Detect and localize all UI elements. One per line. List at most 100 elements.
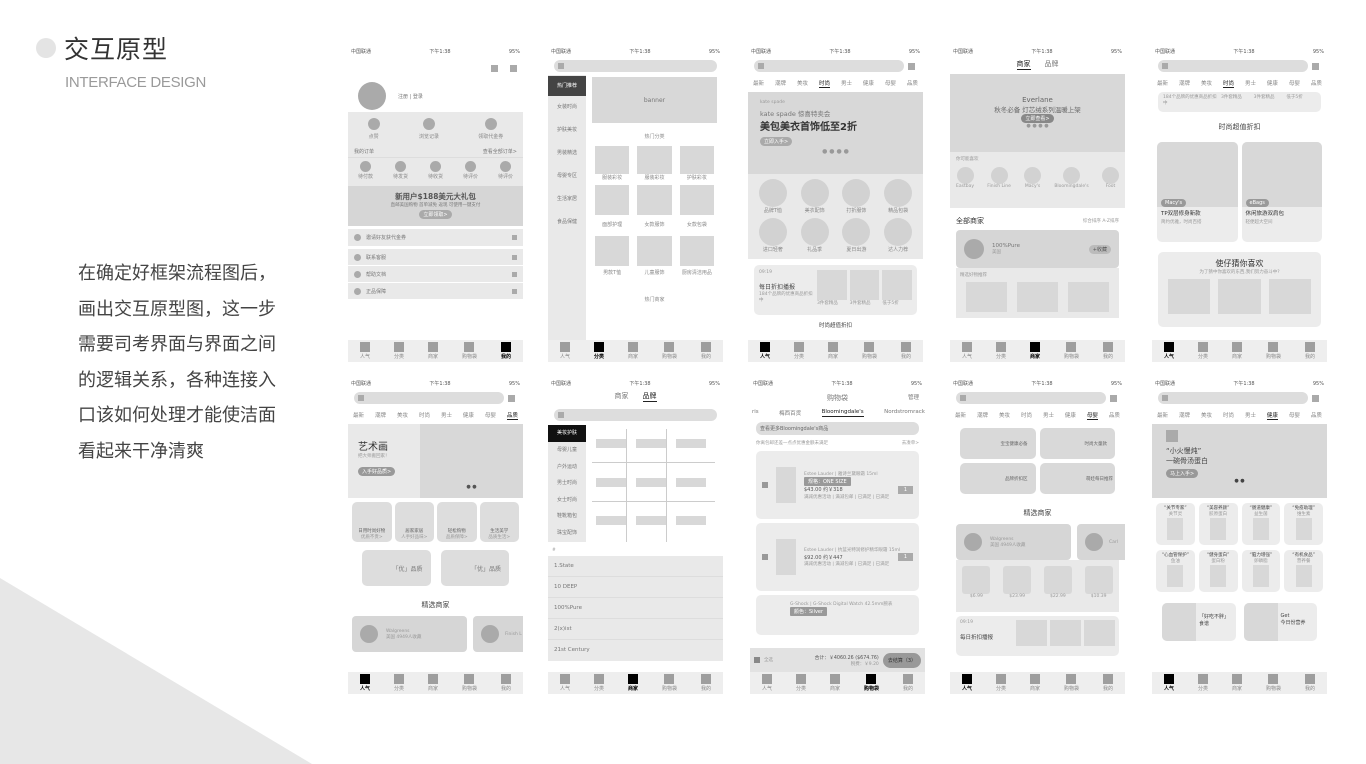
tab-me[interactable]: 我的 (1304, 342, 1315, 360)
sidebar-item[interactable]: 户外运动 (548, 459, 586, 476)
hero-banner[interactable]: kate spade kate spade 惊喜特卖会 美包美衣首饰低至2折 立… (748, 92, 923, 174)
tab-active[interactable]: 时尚 (1222, 79, 1234, 88)
cart-item[interactable]: Estee Lauder | 抗蓝光特润修护精华眼霜 15ml $92.00 约￥… (756, 523, 919, 591)
cart-item[interactable]: G-Shock | G-Shock Digital Watch 42.5mm腕表… (756, 595, 919, 635)
tab[interactable]: 母婴 (885, 79, 896, 88)
tab-me[interactable]: 我的 (1102, 342, 1113, 360)
circle-entry[interactable]: 精品包袋 (877, 179, 919, 215)
search-input[interactable] (1158, 392, 1308, 404)
sidebar-item-active[interactable]: 热门推荐 (548, 76, 586, 96)
store-card[interactable]: Carl (1077, 524, 1125, 560)
tab-category[interactable]: 分类 (593, 674, 604, 692)
tab-stores[interactable]: 商家 (827, 342, 838, 360)
tab[interactable]: 最新 (1157, 79, 1168, 88)
tab-popular[interactable]: 人气 (761, 674, 772, 692)
quality-card[interactable]: 「优」品质 (362, 550, 431, 586)
grid-item[interactable]: 女款服饰 (637, 185, 672, 228)
search-input[interactable] (354, 392, 504, 404)
product[interactable]: $6.99 (962, 566, 991, 612)
brand-list-item[interactable]: 100%Pure (548, 598, 723, 619)
hero-banner[interactable]: Everlane 秋冬必备 灯芯绒系列温暖上架 立即查看> ● ● ● ● (950, 74, 1125, 152)
quality-tile[interactable]: 生活美学 品质生活> (479, 502, 519, 542)
tab[interactable]: 品质 (1311, 79, 1322, 88)
quality-tile[interactable]: 居家家居 人手好品味> (394, 502, 434, 542)
tab-stores[interactable]: 商家 (1231, 342, 1242, 360)
brand-logo[interactable] (676, 478, 706, 487)
sidebar-item[interactable]: 男士时尚 (548, 475, 586, 492)
quality-card[interactable]: 「优」品质 (440, 550, 509, 586)
health-tile[interactable]: “脑力增强” 卵磷脂 (1241, 550, 1281, 592)
quick-item[interactable]: 领取代金券 (478, 118, 503, 140)
tab[interactable]: 最新 (955, 411, 966, 420)
tab-category[interactable]: 分类 (593, 342, 604, 360)
deal-card[interactable]: eBags 休闲旅游双肩包 轻便超大空间 (1241, 142, 1322, 242)
sidebar-item[interactable]: 珠宝配饰 (548, 525, 586, 542)
tab[interactable]: 健康 (463, 411, 474, 420)
manage-button[interactable]: 管理 (908, 393, 919, 401)
store-card[interactable]: Walgreens 美国 4949人收藏 (956, 524, 1071, 560)
health-card[interactable]: Get 今日份营养 (1243, 603, 1317, 641)
search-input[interactable] (754, 60, 904, 72)
order-state[interactable]: 待评价 (463, 161, 478, 180)
tab[interactable]: 美妆 (397, 411, 408, 420)
tab-category[interactable]: 分类 (393, 342, 404, 360)
mom-tile[interactable]: 品牌折扣区 (960, 463, 1036, 494)
grid-item[interactable]: 服装彩妆 (595, 146, 630, 181)
tab[interactable]: 男士 (441, 411, 452, 420)
daily-deals-card[interactable]: 09:19 每日折扣播报 (956, 616, 1119, 656)
circle-entry[interactable]: 夏日出游 (836, 218, 878, 254)
tab-me[interactable]: 我的 (902, 674, 913, 692)
tab[interactable]: 潮牌 (775, 79, 786, 88)
item-checkbox[interactable] (762, 554, 768, 560)
tab-popular[interactable]: 人气 (961, 342, 972, 360)
tab-me[interactable]: 我的 (900, 342, 911, 360)
menu-item[interactable]: 帮助文档 (348, 266, 523, 282)
tab-popular[interactable]: 人气 (359, 342, 370, 360)
mom-tile[interactable]: 时尚大童款 (1039, 428, 1115, 459)
health-tile[interactable]: “免疫助理” 维生素 (1284, 503, 1323, 545)
tab-me[interactable]: 我的 (1304, 674, 1315, 692)
health-tile[interactable]: “心血管保护” 鱼油 (1156, 550, 1195, 592)
tab-category[interactable]: 分类 (795, 674, 806, 692)
tab-cart[interactable]: 购物袋 (1064, 342, 1079, 360)
tab[interactable]: 男士 (1245, 79, 1256, 88)
promo-button[interactable]: 立即领取> (419, 210, 452, 219)
banner-button[interactable]: 入手好品质> (358, 467, 396, 476)
tab-brands[interactable]: 品牌 (1045, 59, 1059, 70)
brand-logo[interactable] (636, 478, 666, 487)
tab[interactable]: 品质 (1311, 411, 1322, 420)
hero-banner[interactable]: 艺术画 把大师搬回家！ 入手好品质> ● ● (348, 424, 523, 498)
tab-me[interactable]: 我的 (700, 674, 711, 692)
store-tab[interactable]: 梅西百货 (779, 409, 801, 417)
tab-stores[interactable]: 商家 (1029, 342, 1040, 360)
store-card[interactable]: 100%Pure 美国 +收藏 (956, 230, 1119, 268)
quick-item[interactable]: 浏览记录 (419, 118, 439, 140)
sidebar-item[interactable]: 护肤美妆 (548, 119, 586, 142)
tab-active[interactable]: 健康 (1266, 411, 1278, 420)
product[interactable]: $10.39 (1084, 566, 1113, 612)
tab[interactable]: 最新 (1157, 411, 1168, 420)
grid-item[interactable]: 厨房清洁用品 (679, 232, 714, 276)
tab-active[interactable]: 时尚 (818, 79, 830, 88)
login-link[interactable]: 注册 | 登录 (398, 93, 423, 100)
brand-list-item[interactable]: 10 DEEP (548, 577, 723, 598)
brand-logo[interactable] (636, 439, 666, 448)
health-tile[interactable]: “关节专家” 关节灵 (1156, 503, 1195, 545)
tab-category[interactable]: 分类 (1197, 674, 1208, 692)
sidebar-item[interactable]: 食品保健 (548, 211, 586, 234)
tab[interactable]: 最新 (753, 79, 764, 88)
tab-me[interactable]: 我的 (500, 674, 511, 692)
tab-popular[interactable]: 人气 (759, 342, 770, 360)
search-input[interactable] (956, 392, 1106, 404)
health-card[interactable]: 「好吃不胖」 食谱 (1162, 603, 1236, 641)
tab-cart[interactable]: 购物袋 (462, 342, 477, 360)
tab-active[interactable]: 母婴 (1086, 411, 1098, 420)
daily-deals-card[interactable]: 184个品牌的优惠商品折扣中 3件套精品 3件套精品 低于5折 (1158, 92, 1321, 112)
search-input[interactable] (1158, 60, 1308, 72)
banner-button[interactable]: 立即查看> (1021, 114, 1054, 123)
menu-item[interactable]: 邀请好友获代金券 (348, 229, 523, 246)
scan-icon[interactable] (908, 62, 915, 70)
grid-item[interactable]: 服装彩妆 (637, 146, 672, 181)
tab-popular[interactable]: 人气 (559, 342, 570, 360)
menu-item[interactable]: 正品保障 (348, 283, 523, 299)
